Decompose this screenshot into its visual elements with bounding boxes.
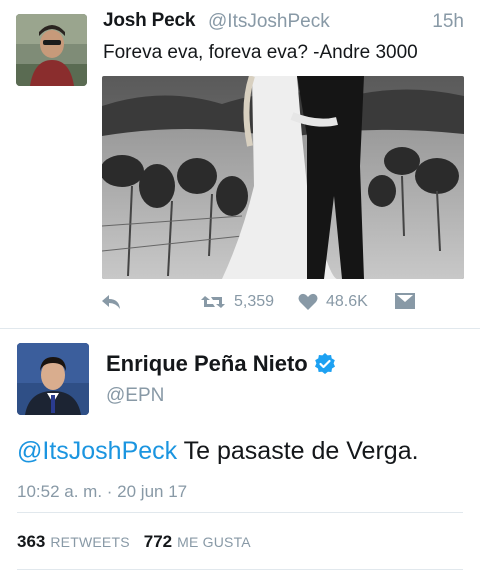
reply-icon [102,295,120,309]
avatar[interactable] [17,343,89,415]
tweet-epn[interactable]: Enrique Peña Nieto @EPN @ItsJoshPeck Te … [0,329,480,585]
verified-badge-icon [314,353,335,374]
message-icon [395,293,415,309]
retweet-button[interactable]: 5,359 [200,293,274,311]
heart-icon [298,293,318,310]
author-name[interactable]: Josh Peck [103,10,195,32]
author-handle[interactable]: @ItsJoshPeck [208,11,330,33]
divider [17,569,463,570]
tweet-time[interactable]: 15h [432,11,464,33]
tweet-text: Foreva eva, foreva eva? -Andre 3000 [103,42,418,63]
like-count: 48.6K [326,293,368,310]
tweet-actions: 5,359 48.6K [0,288,480,318]
direct-message-button[interactable] [395,293,415,309]
tweet-josh-peck[interactable]: Josh Peck @ItsJoshPeck 15h Foreva eva, f… [0,0,480,328]
tweet-timestamp[interactable]: 10:52 a. m. · 20 jun 17 [17,482,187,502]
divider [17,512,463,513]
like-button[interactable]: 48.6K [298,293,368,311]
reply-button[interactable] [100,293,122,311]
tweet-text: @ItsJoshPeck Te pasaste de Verga. [17,437,419,466]
avatar[interactable] [16,14,87,86]
like-count[interactable]: 772 [144,532,172,552]
mention-link[interactable]: @ItsJoshPeck [17,437,177,465]
retweet-count: 5,359 [234,293,275,310]
author-name[interactable]: Enrique Peña Nieto [106,351,308,377]
tweet-photo[interactable] [102,76,464,279]
retweet-icon [201,296,225,308]
tweet-stats: 363 RETWEETS 772 ME GUSTA [17,532,265,552]
author-handle[interactable]: @EPN [106,385,164,407]
tweet-body: Te pasaste de Verga. [177,437,419,465]
likes-label[interactable]: ME GUSTA [177,534,251,550]
retweet-count[interactable]: 363 [17,532,45,552]
author-name-row[interactable]: Enrique Peña Nieto [106,351,336,377]
retweets-label[interactable]: RETWEETS [50,534,129,550]
